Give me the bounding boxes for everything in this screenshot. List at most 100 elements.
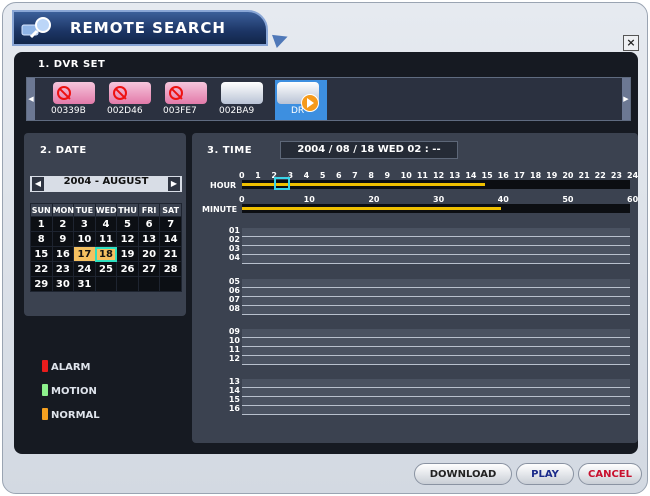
channel-row[interactable]	[242, 306, 630, 315]
cancel-button[interactable]: CANCEL	[578, 463, 642, 485]
calendar-day[interactable]: 4	[94, 216, 118, 232]
window-title: REMOTE SEARCH	[70, 19, 226, 37]
minute-tick: 60	[627, 195, 639, 204]
hour-tick: 12	[433, 171, 445, 180]
channel-label: 09	[228, 327, 240, 336]
calendar-day[interactable]: 25	[94, 261, 118, 277]
hour-tick: 11	[416, 171, 428, 180]
calendar-day[interactable]: 31	[73, 276, 96, 292]
calendar-day[interactable]: 1	[30, 216, 53, 232]
hour-timeline[interactable]	[242, 177, 630, 190]
minute-timeline[interactable]	[242, 204, 630, 213]
calendar-day[interactable]: 5	[116, 216, 139, 232]
date-title: 2. DATE	[40, 145, 87, 156]
calendar-nav: ◀ 2004 - AUGUST ▶	[30, 176, 182, 192]
channel-row[interactable]	[242, 246, 630, 255]
channel-row[interactable]	[242, 279, 630, 288]
calendar-day[interactable]: 30	[51, 276, 75, 292]
channel-row[interactable]	[242, 388, 630, 397]
hour-tick: 22	[594, 171, 606, 180]
dvr-device[interactable]: 002D46	[107, 80, 155, 120]
weekday-header: MON	[51, 203, 75, 217]
scroll-right-button[interactable]: ▶	[622, 78, 630, 120]
calendar-day[interactable]: 13	[137, 231, 161, 247]
calendar-day[interactable]: 19	[116, 246, 139, 262]
scroll-left-button[interactable]: ◀	[27, 78, 35, 120]
month-label: 2004 - AUGUST	[63, 176, 149, 187]
calendar-day[interactable]: 8	[30, 231, 53, 247]
dvr-pink-disabled-icon	[109, 82, 151, 104]
calendar-day[interactable]: 15	[30, 246, 53, 262]
channel-row[interactable]	[242, 406, 630, 415]
dvr-pink-disabled-icon	[53, 82, 95, 104]
magnifier-icon	[21, 17, 51, 39]
calendar-day[interactable]: 9	[51, 231, 75, 247]
weekday-header: SAT	[159, 203, 182, 217]
dvr-device[interactable]: 003FE7	[163, 80, 211, 120]
calendar-day[interactable]: 29	[30, 276, 53, 292]
calendar-day[interactable]: 24	[73, 261, 96, 277]
hour-tick: 1	[255, 171, 261, 180]
hour-tick: 0	[239, 171, 245, 180]
channel-row[interactable]	[242, 329, 630, 338]
dvr-device-selected[interactable]: DR	[275, 80, 327, 120]
hour-tick: 19	[546, 171, 558, 180]
alarm-swatch-icon	[42, 360, 48, 372]
time-title: 3. TIME	[207, 145, 253, 156]
calendar-day[interactable]: 11	[94, 231, 118, 247]
weekday-header: THU	[116, 203, 139, 217]
calendar-day[interactable]: 21	[159, 246, 182, 262]
channel-row[interactable]	[242, 338, 630, 347]
channel-label: 04	[228, 253, 240, 262]
channel-group	[242, 279, 630, 315]
calendar-day[interactable]: 18	[94, 246, 118, 262]
calendar-day[interactable]: 28	[159, 261, 182, 277]
datetime-display: 2004 / 08 / 18 WED 02 : --	[280, 141, 458, 159]
calendar-day[interactable]: 22	[30, 261, 53, 277]
legend-motion: MOTION	[42, 384, 97, 397]
dvr-device[interactable]: 002BA9	[219, 80, 267, 120]
hour-tick: 6	[336, 171, 342, 180]
calendar-day[interactable]: 16	[51, 246, 75, 262]
calendar-day	[116, 276, 139, 292]
channel-row[interactable]	[242, 228, 630, 237]
dvr-device-label: 002BA9	[219, 106, 255, 116]
calendar-day[interactable]: 10	[73, 231, 96, 247]
calendar-day[interactable]: 26	[116, 261, 139, 277]
calendar-day[interactable]: 17	[73, 246, 96, 262]
weekday-header: TUE	[73, 203, 96, 217]
channel-row[interactable]	[242, 379, 630, 388]
channel-label: 11	[228, 345, 240, 354]
next-month-button[interactable]: ▶	[168, 177, 180, 191]
minute-tick: 40	[497, 195, 509, 204]
legend-normal: NORMAL	[42, 408, 100, 421]
channel-label: 05	[228, 277, 240, 286]
close-button[interactable]: ×	[623, 35, 639, 51]
calendar-day[interactable]: 3	[73, 216, 96, 232]
hour-tick: 10	[400, 171, 412, 180]
channel-row[interactable]	[242, 297, 630, 306]
calendar-day	[94, 276, 118, 292]
calendar-day[interactable]: 6	[137, 216, 161, 232]
download-button[interactable]: DOWNLOAD	[414, 463, 512, 485]
prev-month-button[interactable]: ◀	[32, 177, 44, 191]
channel-label: 06	[228, 286, 240, 295]
calendar-day[interactable]: 20	[137, 246, 161, 262]
channel-row[interactable]	[242, 356, 630, 365]
calendar-day[interactable]: 14	[159, 231, 182, 247]
calendar-day[interactable]: 12	[116, 231, 139, 247]
calendar-day[interactable]: 23	[51, 261, 75, 277]
calendar-day	[159, 276, 182, 292]
motion-swatch-icon	[42, 384, 48, 396]
dvr-device[interactable]: 00339B	[51, 80, 99, 120]
calendar-day[interactable]: 27	[137, 261, 161, 277]
channel-row[interactable]	[242, 288, 630, 297]
channel-row[interactable]	[242, 347, 630, 356]
calendar-day[interactable]: 7	[159, 216, 182, 232]
channel-row[interactable]	[242, 255, 630, 264]
minute-tick: 0	[239, 195, 245, 204]
play-button[interactable]: PLAY	[516, 463, 574, 485]
channel-row[interactable]	[242, 397, 630, 406]
calendar-day[interactable]: 2	[51, 216, 75, 232]
channel-row[interactable]	[242, 237, 630, 246]
